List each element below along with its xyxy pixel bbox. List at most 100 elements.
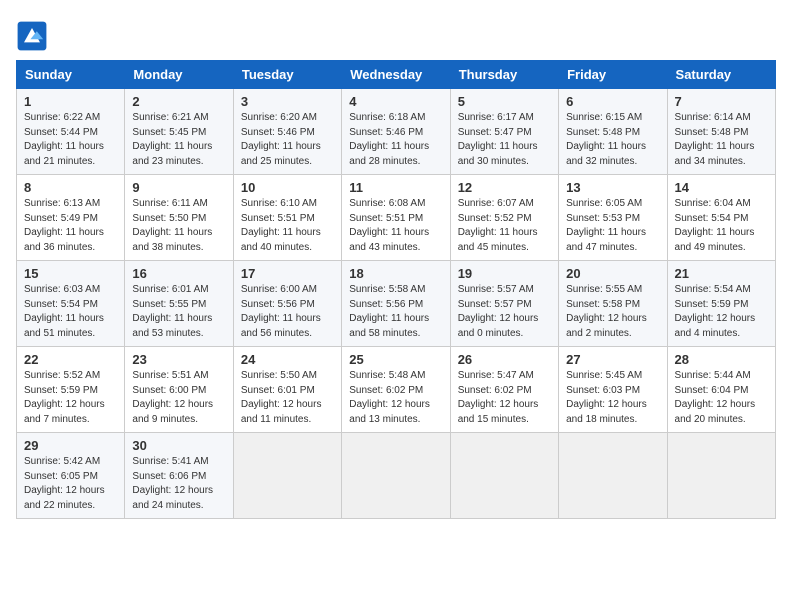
- day-info: Sunrise: 6:20 AMSunset: 5:46 PMDaylight:…: [241, 111, 334, 169]
- calendar-cell: 21 Sunrise: 5:54 AMSunset: 5:59 PMDaylig…: [667, 261, 775, 347]
- logo-icon: [16, 20, 48, 52]
- calendar-cell: [450, 433, 558, 519]
- day-info: Sunrise: 6:01 AMSunset: 5:55 PMDaylight:…: [132, 283, 225, 341]
- calendar-week-3: 15 Sunrise: 6:03 AMSunset: 5:54 PMDaylig…: [17, 261, 776, 347]
- day-number: 4: [349, 94, 442, 109]
- calendar-cell: 24 Sunrise: 5:50 AMSunset: 6:01 PMDaylig…: [233, 347, 341, 433]
- calendar-cell: 23 Sunrise: 5:51 AMSunset: 6:00 PMDaylig…: [125, 347, 233, 433]
- day-number: 15: [24, 266, 117, 281]
- calendar-cell: 16 Sunrise: 6:01 AMSunset: 5:55 PMDaylig…: [125, 261, 233, 347]
- day-info: Sunrise: 5:51 AMSunset: 6:00 PMDaylight:…: [132, 369, 225, 427]
- day-number: 9: [132, 180, 225, 195]
- calendar-cell: 17 Sunrise: 6:00 AMSunset: 5:56 PMDaylig…: [233, 261, 341, 347]
- day-info: Sunrise: 6:08 AMSunset: 5:51 PMDaylight:…: [349, 197, 442, 255]
- calendar-week-2: 8 Sunrise: 6:13 AMSunset: 5:49 PMDayligh…: [17, 175, 776, 261]
- day-info: Sunrise: 6:18 AMSunset: 5:46 PMDaylight:…: [349, 111, 442, 169]
- calendar-header-friday: Friday: [559, 61, 667, 89]
- calendar-header-tuesday: Tuesday: [233, 61, 341, 89]
- day-number: 16: [132, 266, 225, 281]
- day-number: 13: [566, 180, 659, 195]
- day-info: Sunrise: 5:44 AMSunset: 6:04 PMDaylight:…: [675, 369, 768, 427]
- calendar-cell: 29 Sunrise: 5:42 AMSunset: 6:05 PMDaylig…: [17, 433, 125, 519]
- calendar-cell: 30 Sunrise: 5:41 AMSunset: 6:06 PMDaylig…: [125, 433, 233, 519]
- day-number: 7: [675, 94, 768, 109]
- calendar-cell: 14 Sunrise: 6:04 AMSunset: 5:54 PMDaylig…: [667, 175, 775, 261]
- calendar-cell: 15 Sunrise: 6:03 AMSunset: 5:54 PMDaylig…: [17, 261, 125, 347]
- day-info: Sunrise: 6:22 AMSunset: 5:44 PMDaylight:…: [24, 111, 117, 169]
- calendar-cell: 9 Sunrise: 6:11 AMSunset: 5:50 PMDayligh…: [125, 175, 233, 261]
- day-info: Sunrise: 5:42 AMSunset: 6:05 PMDaylight:…: [24, 455, 117, 513]
- calendar-cell: 22 Sunrise: 5:52 AMSunset: 5:59 PMDaylig…: [17, 347, 125, 433]
- calendar-cell: 27 Sunrise: 5:45 AMSunset: 6:03 PMDaylig…: [559, 347, 667, 433]
- day-number: 14: [675, 180, 768, 195]
- calendar-header-saturday: Saturday: [667, 61, 775, 89]
- calendar-cell: 20 Sunrise: 5:55 AMSunset: 5:58 PMDaylig…: [559, 261, 667, 347]
- calendar-cell: [342, 433, 450, 519]
- day-number: 21: [675, 266, 768, 281]
- day-info: Sunrise: 5:45 AMSunset: 6:03 PMDaylight:…: [566, 369, 659, 427]
- day-number: 20: [566, 266, 659, 281]
- day-number: 10: [241, 180, 334, 195]
- day-info: Sunrise: 5:47 AMSunset: 6:02 PMDaylight:…: [458, 369, 551, 427]
- day-number: 6: [566, 94, 659, 109]
- day-number: 22: [24, 352, 117, 367]
- day-number: 17: [241, 266, 334, 281]
- calendar-cell: 4 Sunrise: 6:18 AMSunset: 5:46 PMDayligh…: [342, 89, 450, 175]
- day-number: 3: [241, 94, 334, 109]
- calendar-cell: 5 Sunrise: 6:17 AMSunset: 5:47 PMDayligh…: [450, 89, 558, 175]
- calendar-header-row: SundayMondayTuesdayWednesdayThursdayFrid…: [17, 61, 776, 89]
- calendar-header-thursday: Thursday: [450, 61, 558, 89]
- calendar-cell: 13 Sunrise: 6:05 AMSunset: 5:53 PMDaylig…: [559, 175, 667, 261]
- day-info: Sunrise: 6:04 AMSunset: 5:54 PMDaylight:…: [675, 197, 768, 255]
- calendar-week-1: 1 Sunrise: 6:22 AMSunset: 5:44 PMDayligh…: [17, 89, 776, 175]
- day-info: Sunrise: 5:52 AMSunset: 5:59 PMDaylight:…: [24, 369, 117, 427]
- calendar-week-5: 29 Sunrise: 5:42 AMSunset: 6:05 PMDaylig…: [17, 433, 776, 519]
- day-number: 27: [566, 352, 659, 367]
- day-info: Sunrise: 6:03 AMSunset: 5:54 PMDaylight:…: [24, 283, 117, 341]
- day-number: 25: [349, 352, 442, 367]
- calendar-cell: 8 Sunrise: 6:13 AMSunset: 5:49 PMDayligh…: [17, 175, 125, 261]
- page-header: [16, 16, 776, 52]
- day-number: 5: [458, 94, 551, 109]
- day-info: Sunrise: 5:48 AMSunset: 6:02 PMDaylight:…: [349, 369, 442, 427]
- day-info: Sunrise: 5:58 AMSunset: 5:56 PMDaylight:…: [349, 283, 442, 341]
- day-info: Sunrise: 6:05 AMSunset: 5:53 PMDaylight:…: [566, 197, 659, 255]
- calendar-cell: 12 Sunrise: 6:07 AMSunset: 5:52 PMDaylig…: [450, 175, 558, 261]
- day-info: Sunrise: 6:14 AMSunset: 5:48 PMDaylight:…: [675, 111, 768, 169]
- calendar-header-monday: Monday: [125, 61, 233, 89]
- calendar-cell: 6 Sunrise: 6:15 AMSunset: 5:48 PMDayligh…: [559, 89, 667, 175]
- day-number: 2: [132, 94, 225, 109]
- day-number: 26: [458, 352, 551, 367]
- day-info: Sunrise: 6:13 AMSunset: 5:49 PMDaylight:…: [24, 197, 117, 255]
- day-info: Sunrise: 6:15 AMSunset: 5:48 PMDaylight:…: [566, 111, 659, 169]
- day-number: 1: [24, 94, 117, 109]
- calendar-cell: 10 Sunrise: 6:10 AMSunset: 5:51 PMDaylig…: [233, 175, 341, 261]
- day-info: Sunrise: 5:54 AMSunset: 5:59 PMDaylight:…: [675, 283, 768, 341]
- calendar-week-4: 22 Sunrise: 5:52 AMSunset: 5:59 PMDaylig…: [17, 347, 776, 433]
- calendar-cell: 28 Sunrise: 5:44 AMSunset: 6:04 PMDaylig…: [667, 347, 775, 433]
- calendar-cell: [559, 433, 667, 519]
- day-number: 11: [349, 180, 442, 195]
- calendar-header-sunday: Sunday: [17, 61, 125, 89]
- day-number: 29: [24, 438, 117, 453]
- day-number: 19: [458, 266, 551, 281]
- calendar-cell: 19 Sunrise: 5:57 AMSunset: 5:57 PMDaylig…: [450, 261, 558, 347]
- day-info: Sunrise: 5:41 AMSunset: 6:06 PMDaylight:…: [132, 455, 225, 513]
- calendar-cell: 3 Sunrise: 6:20 AMSunset: 5:46 PMDayligh…: [233, 89, 341, 175]
- calendar-cell: 2 Sunrise: 6:21 AMSunset: 5:45 PMDayligh…: [125, 89, 233, 175]
- day-info: Sunrise: 5:50 AMSunset: 6:01 PMDaylight:…: [241, 369, 334, 427]
- calendar-cell: 26 Sunrise: 5:47 AMSunset: 6:02 PMDaylig…: [450, 347, 558, 433]
- day-info: Sunrise: 6:17 AMSunset: 5:47 PMDaylight:…: [458, 111, 551, 169]
- day-info: Sunrise: 6:10 AMSunset: 5:51 PMDaylight:…: [241, 197, 334, 255]
- logo: [16, 20, 52, 52]
- day-number: 8: [24, 180, 117, 195]
- day-number: 12: [458, 180, 551, 195]
- calendar-cell: 7 Sunrise: 6:14 AMSunset: 5:48 PMDayligh…: [667, 89, 775, 175]
- calendar-header-wednesday: Wednesday: [342, 61, 450, 89]
- day-info: Sunrise: 6:21 AMSunset: 5:45 PMDaylight:…: [132, 111, 225, 169]
- day-info: Sunrise: 5:57 AMSunset: 5:57 PMDaylight:…: [458, 283, 551, 341]
- calendar-cell: [667, 433, 775, 519]
- day-number: 18: [349, 266, 442, 281]
- day-info: Sunrise: 6:11 AMSunset: 5:50 PMDaylight:…: [132, 197, 225, 255]
- calendar-cell: 25 Sunrise: 5:48 AMSunset: 6:02 PMDaylig…: [342, 347, 450, 433]
